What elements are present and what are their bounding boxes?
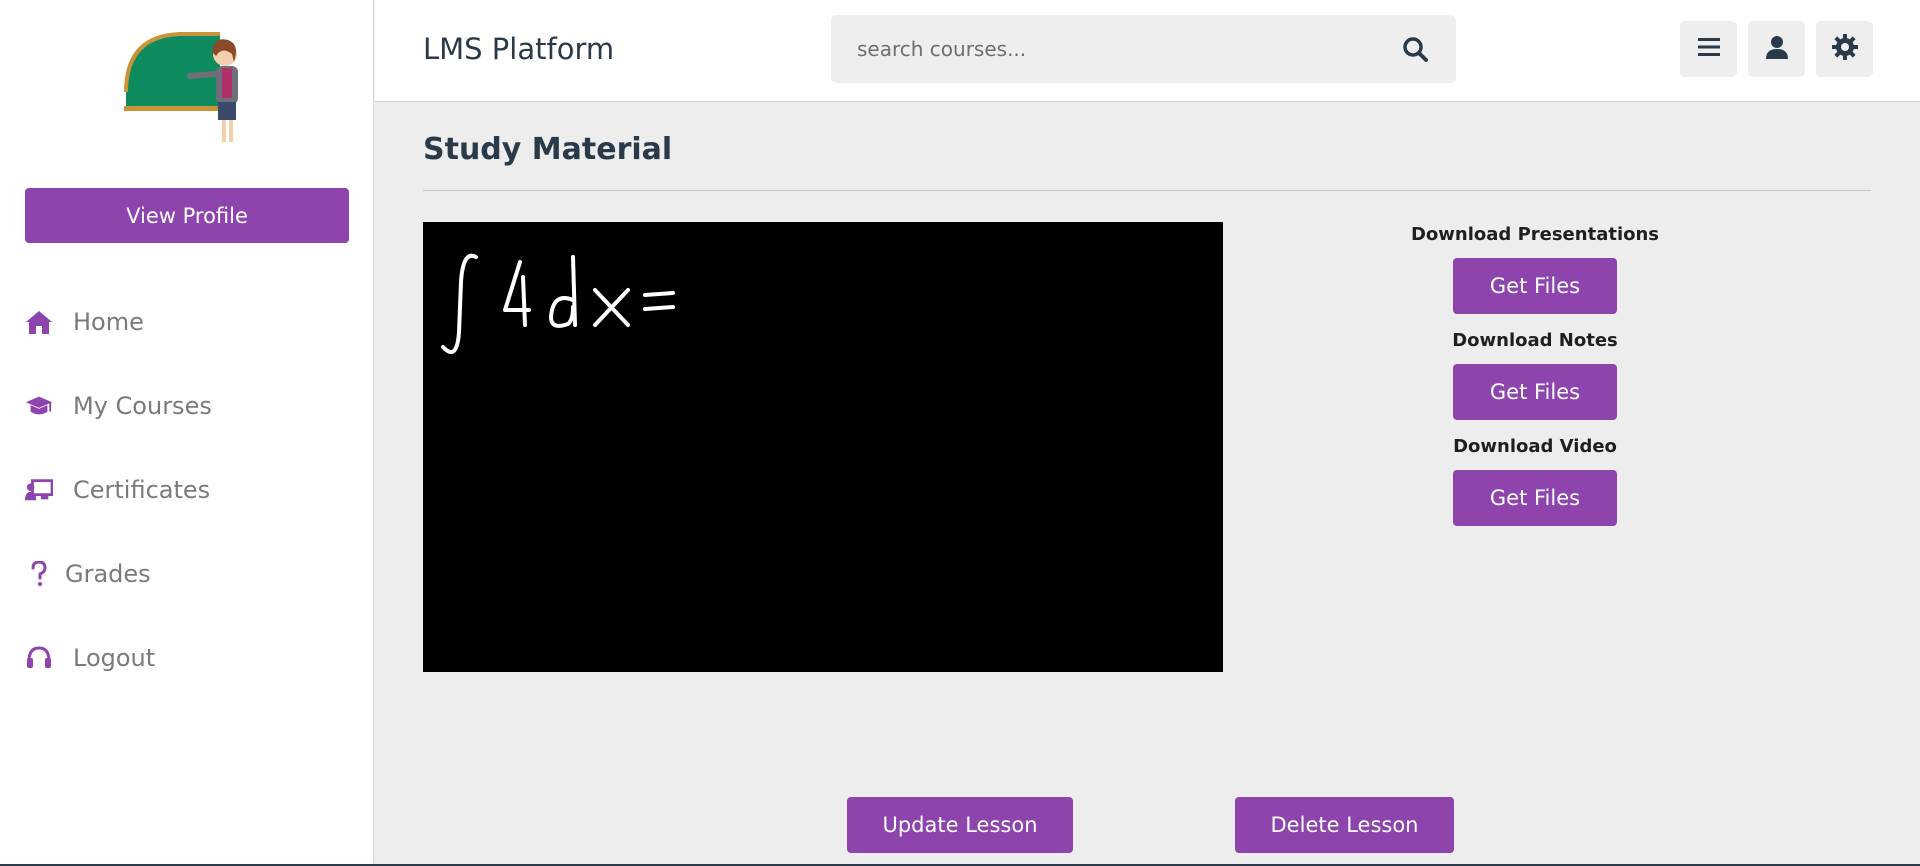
search-icon[interactable]: [1400, 34, 1430, 64]
search-input[interactable]: [831, 15, 1400, 83]
app-root: View Profile Home My Courses Certificate…: [0, 0, 1920, 866]
top-bar: LMS Platform: [375, 0, 1920, 102]
sidebar: View Profile Home My Courses Certificate…: [0, 0, 374, 866]
home-icon: [25, 308, 53, 336]
update-lesson-button[interactable]: Update Lesson: [847, 797, 1073, 853]
page-title: Study Material: [423, 132, 673, 167]
download-notes-label: Download Notes: [1452, 330, 1618, 351]
sidebar-item-home[interactable]: Home: [25, 300, 355, 344]
settings-button[interactable]: [1816, 21, 1873, 77]
graduation-cap-icon: [25, 392, 53, 420]
teacher-logo: [122, 32, 254, 150]
headset-icon: [25, 644, 53, 672]
whiteboard-handwriting: [441, 253, 675, 354]
menu-button[interactable]: [1680, 21, 1737, 77]
lesson-video-player[interactable]: [423, 222, 1223, 672]
get-notes-button[interactable]: Get Files: [1453, 364, 1617, 420]
sidebar-item-label: Home: [73, 308, 144, 336]
settings-icon: [1831, 34, 1858, 64]
get-presentations-button[interactable]: Get Files: [1453, 258, 1617, 314]
view-profile-button[interactable]: View Profile: [25, 188, 349, 243]
sidebar-item-label: My Courses: [73, 392, 212, 420]
title-divider: [423, 190, 1871, 191]
search-bar: [831, 15, 1456, 83]
sidebar-item-my-courses[interactable]: My Courses: [25, 384, 355, 428]
downloads-panel: Download Presentations Get Files Downloa…: [1385, 222, 1685, 540]
get-video-button[interactable]: Get Files: [1453, 470, 1617, 526]
download-presentations-label: Download Presentations: [1410, 224, 1660, 245]
sidebar-item-label: Grades: [65, 560, 151, 588]
question-icon: [25, 560, 53, 588]
sidebar-item-certificates[interactable]: Certificates: [25, 468, 355, 512]
sidebar-item-logout[interactable]: Logout: [25, 636, 355, 680]
app-brand: LMS Platform: [423, 32, 615, 66]
user-button[interactable]: [1748, 21, 1805, 77]
sidebar-item-label: Certificates: [73, 476, 211, 504]
sidebar-item-label: Logout: [73, 644, 156, 672]
main-content: Study Material Download Presentations Ge…: [375, 102, 1920, 866]
delete-lesson-button[interactable]: Delete Lesson: [1235, 797, 1454, 853]
certificate-icon: [25, 476, 53, 504]
menu-icon: [1697, 37, 1720, 61]
user-icon: [1765, 35, 1788, 63]
download-video-label: Download Video: [1453, 436, 1617, 457]
sidebar-nav: Home My Courses Certificates Grades Logo…: [25, 300, 355, 720]
sidebar-item-grades[interactable]: Grades: [25, 552, 355, 596]
